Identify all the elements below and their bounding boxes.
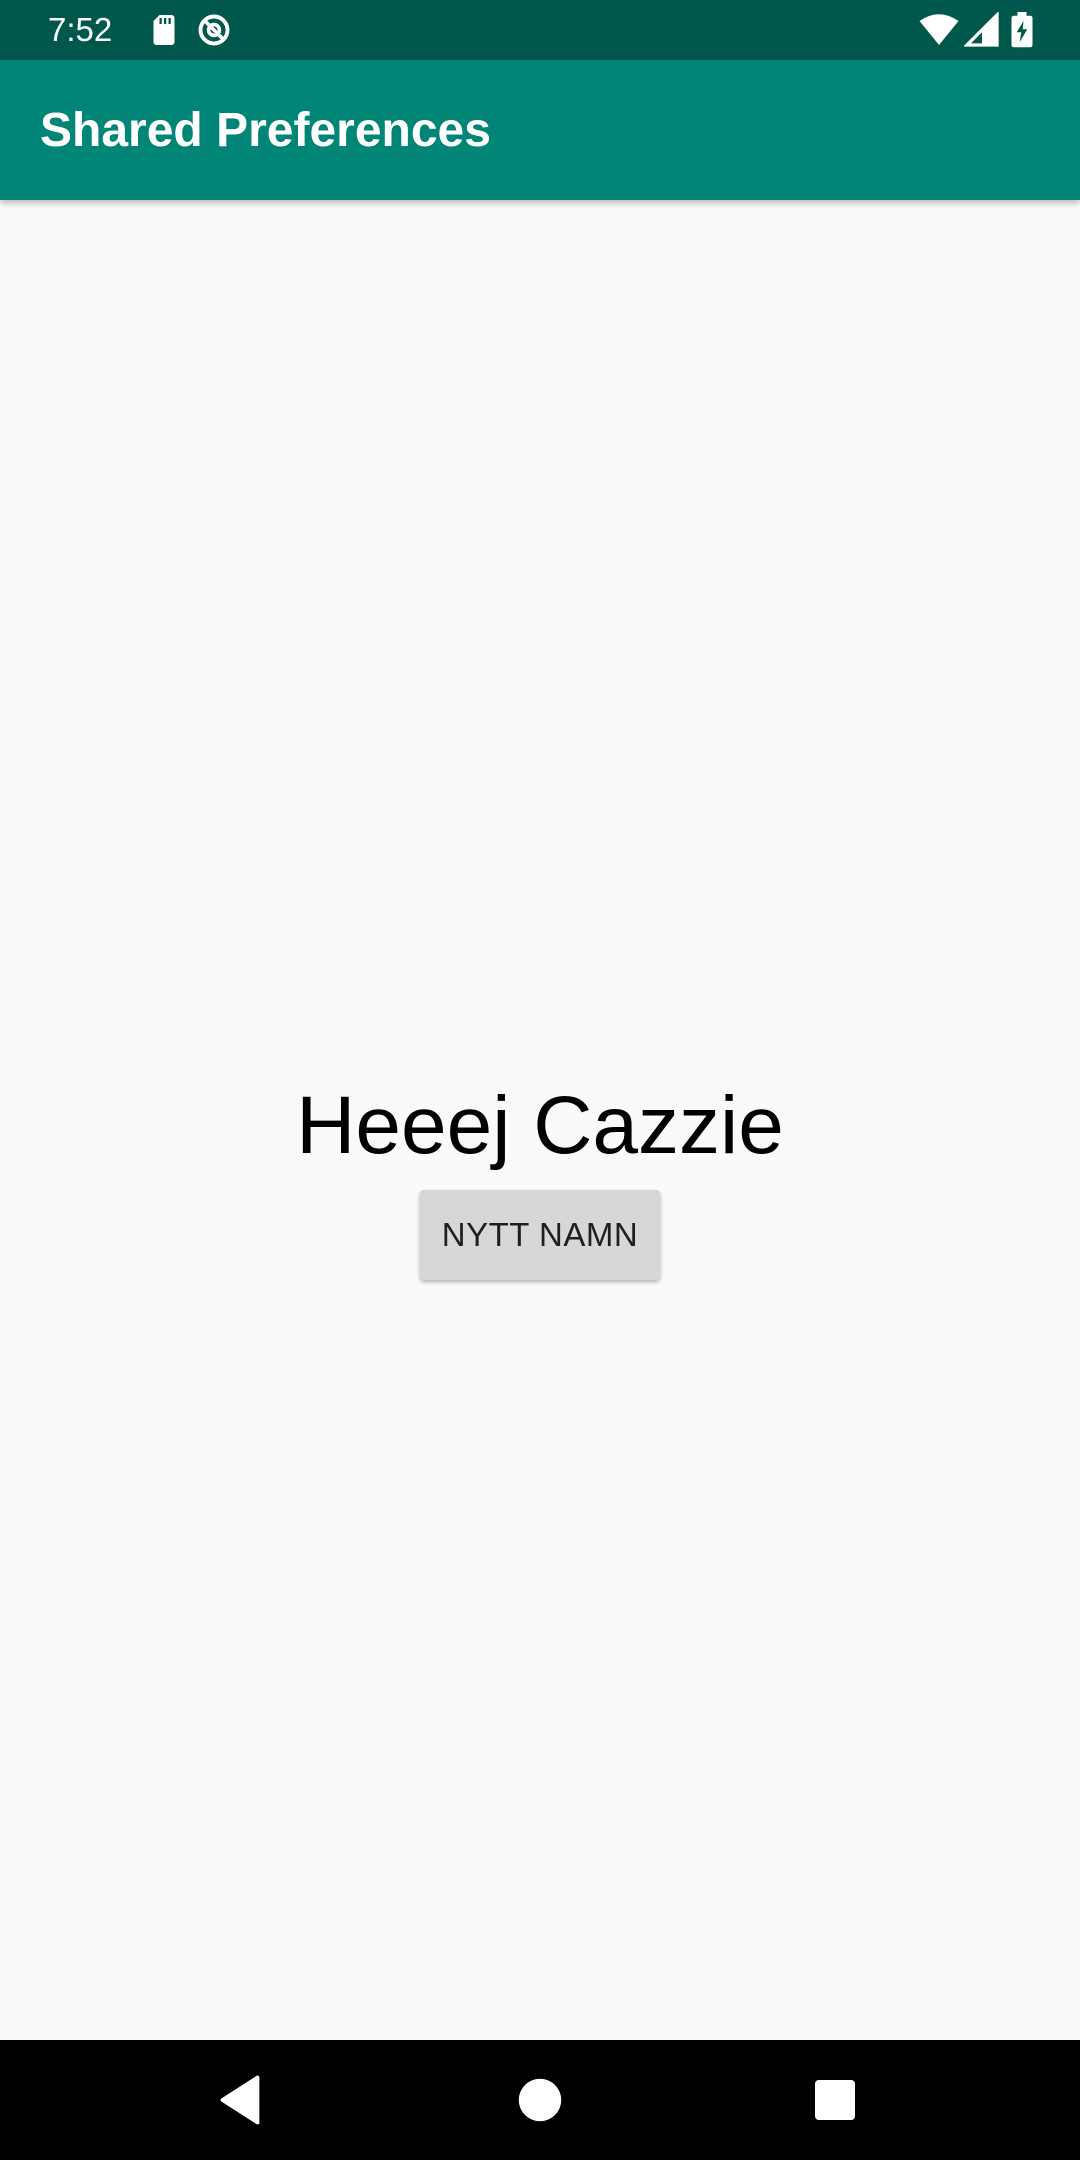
new-name-button[interactable]: NYTT NAMN <box>420 1190 660 1280</box>
battery-charging-icon <box>1008 12 1036 48</box>
main-content: Heeej Cazzie NYTT NAMN <box>0 200 1080 2040</box>
cellular-signal-icon <box>963 11 1000 48</box>
greeting-text: Heeej Cazzie <box>296 1080 784 1171</box>
app-bar: Shared Preferences <box>0 60 1080 200</box>
sd-card-icon <box>146 12 182 48</box>
recents-icon[interactable] <box>805 2070 865 2130</box>
no-disturb-icon <box>196 12 232 48</box>
app-title: Shared Preferences <box>40 104 491 157</box>
navigation-bar <box>0 2040 1080 2160</box>
home-icon[interactable] <box>510 2070 570 2130</box>
wifi-icon <box>918 12 960 48</box>
back-icon[interactable] <box>210 2070 270 2130</box>
status-time: 7:52 <box>48 11 113 48</box>
app-screen: 7:52 Shared Preferences Heeej Cazzie NYT… <box>0 0 1080 2160</box>
status-bar: 7:52 <box>0 0 1080 60</box>
